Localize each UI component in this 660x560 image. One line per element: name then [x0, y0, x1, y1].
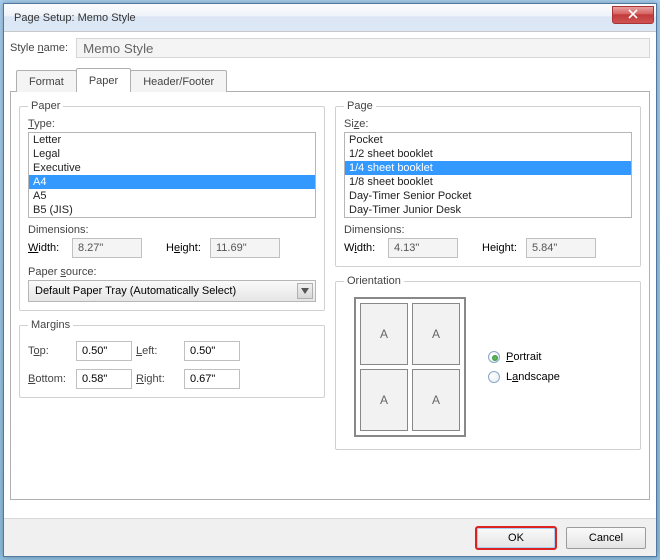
style-name-label: Style name: [10, 42, 68, 54]
page-size-option[interactable]: 1/2 sheet booklet [345, 147, 631, 161]
page-dimensions-label: Dimensions: [344, 224, 632, 236]
close-button[interactable] [612, 6, 654, 24]
paper-height-label: Height: [166, 242, 204, 254]
page-width-label: Width: [344, 242, 382, 254]
landscape-label: Landscape [506, 371, 560, 383]
paper-source-value: Default Paper Tray (Automatically Select… [35, 285, 236, 297]
paper-width-input[interactable]: 8.27" [72, 238, 142, 258]
preview-page: A [412, 369, 460, 431]
paper-type-option[interactable]: A4 [29, 175, 315, 189]
margins-legend: Margins [28, 319, 73, 331]
paper-type-label: Type: [28, 118, 316, 130]
paper-height-input[interactable]: 11.69" [210, 238, 280, 258]
window-title: Page Setup: Memo Style [14, 12, 136, 24]
tab-paper[interactable]: Paper [76, 68, 131, 92]
titlebar[interactable]: Page Setup: Memo Style [4, 4, 656, 32]
margin-top-label: Top: [28, 345, 72, 357]
page-size-option[interactable]: Day-Timer Senior Pocket [345, 189, 631, 203]
portrait-label: Portrait [506, 351, 541, 363]
preview-page: A [360, 303, 408, 365]
page-size-listbox[interactable]: Pocket1/2 sheet booklet1/4 sheet booklet… [344, 132, 632, 218]
tabs: Format Paper Header/Footer [10, 68, 650, 92]
orientation-preview: A A A A [354, 297, 466, 437]
margins-group: Margins Top: 0.50" Left: 0.50" Bottom: 0… [19, 319, 325, 398]
paper-width-label: Width: [28, 242, 66, 254]
page-size-label: Size: [344, 118, 632, 130]
orientation-legend: Orientation [344, 275, 404, 287]
page-legend: Page [344, 100, 376, 112]
margin-top-input[interactable]: 0.50" [76, 341, 132, 361]
tab-page-paper: Paper Type: LetterLegalExecutiveA4A5B5 (… [10, 92, 650, 500]
right-column: Page Size: Pocket1/2 sheet booklet1/4 sh… [335, 100, 641, 491]
paper-group: Paper Type: LetterLegalExecutiveA4A5B5 (… [19, 100, 325, 311]
portrait-radio[interactable]: Portrait [488, 351, 560, 363]
margin-right-input[interactable]: 0.67" [184, 369, 240, 389]
paper-type-option[interactable]: Executive [29, 161, 315, 175]
close-icon [628, 9, 638, 22]
radio-icon [488, 371, 500, 383]
tab-header-footer[interactable]: Header/Footer [130, 70, 227, 92]
style-name-row: Style name: [10, 38, 650, 58]
margin-right-label: Right: [136, 373, 180, 385]
dialog-footer: OK Cancel [4, 518, 656, 556]
page-size-option[interactable]: Pocket [345, 133, 631, 147]
paper-type-option[interactable]: Legal [29, 147, 315, 161]
preview-page: A [360, 369, 408, 431]
preview-page: A [412, 303, 460, 365]
cancel-button[interactable]: Cancel [566, 527, 646, 549]
page-size-option[interactable]: 1/4 sheet booklet [345, 161, 631, 175]
chevron-down-icon [297, 283, 313, 299]
page-setup-dialog: Page Setup: Memo Style Style name: Forma… [3, 3, 657, 557]
page-height-label: Height: [482, 242, 520, 254]
paper-type-listbox[interactable]: LetterLegalExecutiveA4A5B5 (JIS) [28, 132, 316, 218]
margin-left-label: Left: [136, 345, 180, 357]
radio-icon [488, 351, 500, 363]
paper-type-option[interactable]: Letter [29, 133, 315, 147]
style-name-input[interactable] [76, 38, 650, 58]
page-height-input[interactable]: 5.84" [526, 238, 596, 258]
ok-button[interactable]: OK [476, 527, 556, 549]
page-width-input[interactable]: 4.13" [388, 238, 458, 258]
page-group: Page Size: Pocket1/2 sheet booklet1/4 sh… [335, 100, 641, 267]
paper-type-option[interactable]: B5 (JIS) [29, 203, 315, 217]
paper-legend: Paper [28, 100, 63, 112]
page-size-option[interactable]: 1/8 sheet booklet [345, 175, 631, 189]
paper-dimensions-label: Dimensions: [28, 224, 316, 236]
paper-source-dropdown[interactable]: Default Paper Tray (Automatically Select… [28, 280, 316, 302]
page-size-option[interactable]: Day-Timer Junior Desk [345, 203, 631, 217]
margin-bottom-label: Bottom: [28, 373, 72, 385]
paper-source-label: Paper source: [28, 266, 316, 278]
margin-left-input[interactable]: 0.50" [184, 341, 240, 361]
tab-format[interactable]: Format [16, 70, 77, 92]
left-column: Paper Type: LetterLegalExecutiveA4A5B5 (… [19, 100, 325, 491]
margin-bottom-input[interactable]: 0.58" [76, 369, 132, 389]
paper-type-option[interactable]: A5 [29, 189, 315, 203]
landscape-radio[interactable]: Landscape [488, 371, 560, 383]
orientation-group: Orientation A A A A Port [335, 275, 641, 450]
dialog-content: Style name: Format Paper Header/Footer P… [4, 32, 656, 518]
